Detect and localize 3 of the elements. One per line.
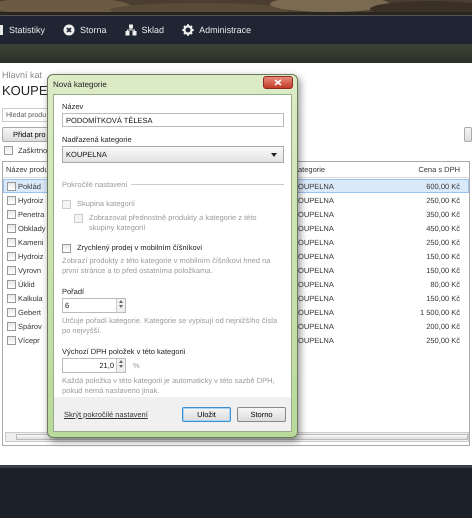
breadcrumb: Hlavní kat bbox=[2, 70, 44, 81]
page-heading: KOUPE bbox=[2, 82, 48, 100]
dialog-title: Nová kategorie bbox=[53, 80, 107, 89]
